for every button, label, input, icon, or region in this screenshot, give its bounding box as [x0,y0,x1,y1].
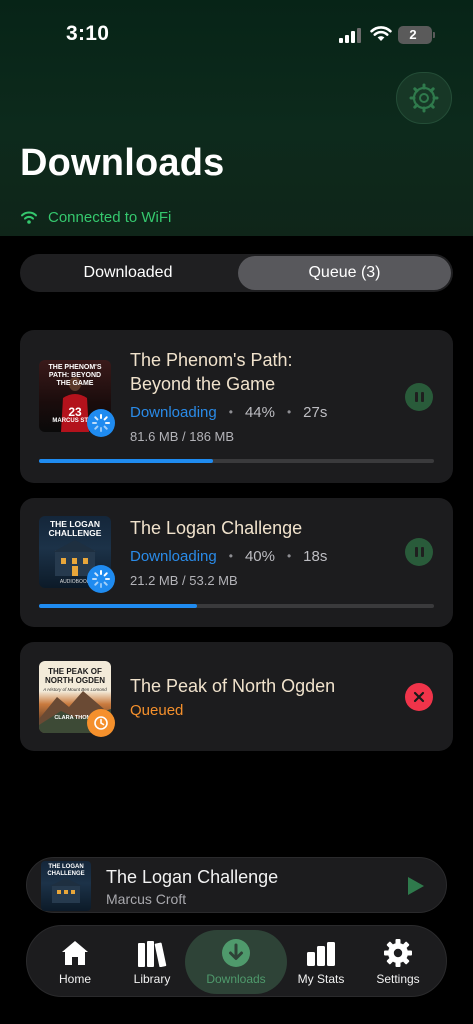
cancel-download-button[interactable] [405,683,433,711]
page-title: Downloads [20,142,225,184]
queue-item[interactable]: THE LOGAN CHALLENGE AUDIOBOOK The Logan … [20,498,453,627]
download-progress-fill [39,459,213,463]
book-title-line-2: Beyond the Game [130,374,276,394]
wifi-icon [21,211,37,224]
download-progress-bar [39,604,434,608]
pause-download-button[interactable] [405,383,433,411]
tab-downloads[interactable]: Downloads [185,930,287,994]
cover-subtitle: A History of Mount Ben Lomond [43,687,107,692]
battery-indicator: 2 [398,26,435,44]
pause-download-button[interactable] [405,538,433,566]
tab-library[interactable]: Library [115,926,189,998]
tab-home[interactable]: Home [37,926,113,998]
header-settings-button[interactable] [396,72,452,124]
download-status-row: Queued [130,700,183,720]
mini-player[interactable]: THE LOGAN CHALLENGE The Logan Challenge … [26,857,447,913]
svg-text:23: 23 [68,405,82,419]
queued-clock-icon [87,709,115,737]
book-title-line-1: The Phenom's Path: [130,350,293,370]
tab-home-label: Home [58,972,91,986]
connection-status: Connected to WiFi [20,207,171,227]
download-status: Queued [130,701,184,719]
mini-player-cover: THE LOGAN CHALLENGE [41,861,91,911]
tab-queue[interactable]: Queue (3) [238,256,451,290]
download-size: 21.2 MB / 53.2 MB [130,573,238,588]
download-status: Downloading [130,403,217,421]
status-bar: 3:10 2 [0,0,473,60]
gear-icon [409,83,439,113]
book-title: The Logan Challenge [130,518,303,538]
download-status-row: Downloading • 40% • 18s [130,547,328,565]
download-eta: 27s [303,403,328,421]
bar-chart-icon [305,938,337,968]
tab-downloaded[interactable]: Downloaded [22,256,234,290]
books-icon [136,938,168,968]
tab-downloads-label: Downloads [206,972,266,986]
mini-cover-title: THE LOGAN CHALLENGE [47,864,85,877]
pause-icon [414,547,418,557]
pause-icon [414,392,418,402]
connection-label: Connected to WiFi [48,208,172,226]
download-progress-bar [39,459,434,463]
download-progress-fill [39,604,197,608]
status-time: 3:10 [66,22,110,45]
downloading-spinner-icon [87,565,115,593]
book-title: The Phenom's Path: Beyond the Game [130,348,390,396]
download-status: Downloading [130,547,217,565]
cover-title: THE LOGAN CHALLENGE [48,519,102,538]
close-icon [413,691,425,703]
mini-player-author: Marcus Croft [106,891,187,907]
battery-level: 2 [409,27,417,42]
download-icon [220,938,252,968]
download-size: 81.6 MB / 186 MB [130,429,235,444]
book-title: The Peak of North Ogden [130,676,336,696]
cellular-signal-icon [339,27,363,43]
queue-item[interactable]: THE PEAK OF NORTH OGDEN A History of Mou… [20,642,453,751]
tab-library-label: Library [133,972,171,986]
tab-settings-label: Settings [376,972,420,986]
cover-title: THE PHENOM'S PATH: BEYOND THE GAME [48,364,102,387]
queue-item[interactable]: 23 THE PHENOM'S PATH: BEYOND THE GAME MA… [20,330,453,483]
wifi-status-icon [370,26,392,41]
mini-player-title: The Logan Challenge [106,867,279,887]
download-eta: 18s [303,547,328,565]
downloads-segmented-control: Downloaded Queue (3) [20,254,453,292]
tab-bar: Home Library Downloads My Stats Settings [26,925,447,997]
play-icon[interactable] [404,875,426,897]
download-status-row: Downloading • 44% • 27s [130,403,328,421]
download-percent: 40% [244,547,275,565]
gear-icon [382,938,414,968]
cover-title: THE PEAK OF NORTH OGDEN [45,667,105,685]
tab-my-stats-label: My Stats [297,972,345,986]
downloading-spinner-icon [87,409,115,437]
download-percent: 44% [244,403,275,421]
tab-settings[interactable]: Settings [361,926,435,998]
house-icon [59,938,91,968]
tab-my-stats[interactable]: My Stats [285,926,357,998]
